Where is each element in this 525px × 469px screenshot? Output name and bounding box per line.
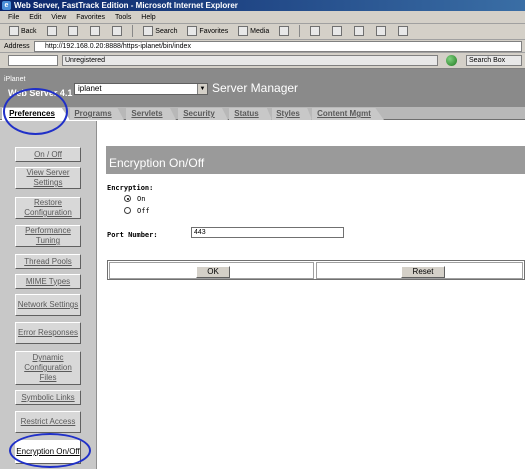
print-icon (332, 26, 343, 37)
port-number-input[interactable]: 443 (191, 227, 344, 238)
radio-off[interactable] (124, 207, 131, 214)
sidebar-item-view-server-settings[interactable]: View Server Settings (15, 167, 81, 189)
tab-status[interactable]: Status (229, 108, 272, 120)
refresh-icon (90, 26, 101, 37)
sidebar-item-encryption-on-off[interactable]: Encryption On/Off (15, 440, 81, 464)
favorites-icon (187, 26, 198, 37)
sidebar-item-restore-configuration[interactable]: Restore Configuration (15, 197, 81, 219)
discuss-button[interactable] (371, 24, 391, 40)
edit-button[interactable] (349, 24, 369, 40)
product-name: Web Server 4.1 (8, 88, 73, 98)
window-title-bar: e Web Server, FastTrack Edition - Micros… (0, 0, 525, 11)
encryption-label: Encryption: (107, 184, 154, 192)
messenger-icon (397, 26, 408, 37)
ok-button[interactable]: OK (196, 266, 230, 278)
page-title: Encryption On/Off (106, 146, 525, 174)
sidebar-item-performance-tuning[interactable]: Performance Tuning (15, 225, 81, 247)
menu-bar: File Edit View Favorites Tools Help (0, 11, 525, 24)
window-title: Web Server, FastTrack Edition - Microsof… (14, 1, 238, 10)
tab-preferences[interactable]: Preferences (2, 108, 70, 120)
search-box-button[interactable]: Search Box (466, 55, 522, 66)
sidebar-item-restrict-access[interactable]: Restrict Access (15, 411, 81, 433)
address-bar: Address http://192.168.0.20:8888/https-i… (0, 40, 525, 53)
address-input[interactable]: http://192.168.0.20:8888/https-iplanet/b… (34, 41, 522, 52)
menu-edit[interactable]: Edit (25, 11, 45, 24)
tab-content-mgmt[interactable]: Content Mgmt (312, 108, 384, 120)
sidebar-item-error-responses[interactable]: Error Responses (15, 322, 81, 344)
forward-button[interactable] (42, 24, 62, 40)
back-arrow-icon (9, 26, 19, 37)
server-select-value: iplanet (78, 84, 102, 93)
brand-name: iPlanet (4, 76, 26, 83)
links-bar: Unregistered Search Box (0, 53, 525, 69)
menu-tools[interactable]: Tools (111, 11, 135, 24)
search-button[interactable]: Search (138, 24, 180, 40)
tab-servlets[interactable]: Servlets (126, 108, 176, 120)
tab-programs[interactable]: Programs (70, 108, 124, 120)
port-number-label: Port Number: (107, 231, 158, 239)
history-icon (279, 26, 290, 37)
edit-icon (354, 26, 365, 37)
stop-button[interactable] (63, 24, 83, 40)
radio-on[interactable] (124, 195, 131, 202)
favorites-button[interactable]: Favorites (182, 24, 231, 40)
messenger-button[interactable] (393, 24, 413, 40)
menu-file[interactable]: File (4, 11, 23, 24)
reset-button[interactable]: Reset (401, 266, 445, 278)
form-button-row: OK Reset (107, 260, 525, 280)
toolbar-separator (299, 25, 301, 38)
discuss-icon (375, 26, 386, 37)
ok-button-cell: OK (109, 262, 314, 279)
links-blank-field[interactable] (8, 55, 58, 66)
history-button[interactable] (274, 24, 294, 40)
refresh-button[interactable] (85, 24, 105, 40)
sidebar-item-mime-types[interactable]: MIME Types (15, 274, 81, 289)
server-select[interactable]: iplanet ▼ (74, 83, 208, 95)
globe-icon[interactable] (446, 55, 457, 66)
tab-strip: Preferences Programs Servlets Security S… (0, 107, 525, 120)
sidebar-item-network-settings[interactable]: Network Settings (15, 294, 81, 316)
tab-styles[interactable]: Styles (272, 108, 312, 120)
address-label: Address (4, 43, 30, 50)
sidebar-item-on-off[interactable]: On / Off (15, 147, 81, 162)
print-button[interactable] (327, 24, 347, 40)
radio-off-label: Off (137, 206, 150, 215)
app-title: Server Manager (212, 81, 299, 95)
mail-button[interactable] (305, 24, 325, 40)
radio-off-row[interactable]: Off (124, 206, 150, 215)
reset-button-cell: Reset (316, 262, 523, 279)
back-button[interactable]: Back (4, 24, 40, 40)
browser-toolbar: Back Search Favorites Media (0, 24, 525, 40)
registration-status: Unregistered (62, 55, 438, 66)
search-icon (143, 26, 154, 37)
sidebar-item-dynamic-configuration-files[interactable]: Dynamic Configuration Files (15, 351, 81, 385)
home-button[interactable] (107, 24, 127, 40)
sidebar-item-thread-pools[interactable]: Thread Pools (15, 254, 81, 269)
forward-arrow-icon (46, 26, 57, 37)
menu-favorites[interactable]: Favorites (72, 11, 109, 24)
menu-help[interactable]: Help (137, 11, 159, 24)
mail-icon (310, 26, 321, 37)
media-icon (238, 26, 249, 37)
toolbar-separator (132, 25, 134, 38)
stop-icon (68, 26, 79, 37)
tab-security[interactable]: Security (178, 108, 228, 120)
sidebar-item-symbolic-links[interactable]: Symbolic Links (15, 390, 81, 405)
internet-explorer-icon: e (2, 1, 11, 10)
media-button[interactable]: Media (233, 24, 272, 40)
chevron-down-icon[interactable]: ▼ (197, 84, 207, 94)
home-icon (112, 26, 123, 37)
menu-view[interactable]: View (47, 11, 70, 24)
radio-on-row[interactable]: On (124, 194, 145, 203)
radio-on-label: On (137, 194, 146, 203)
